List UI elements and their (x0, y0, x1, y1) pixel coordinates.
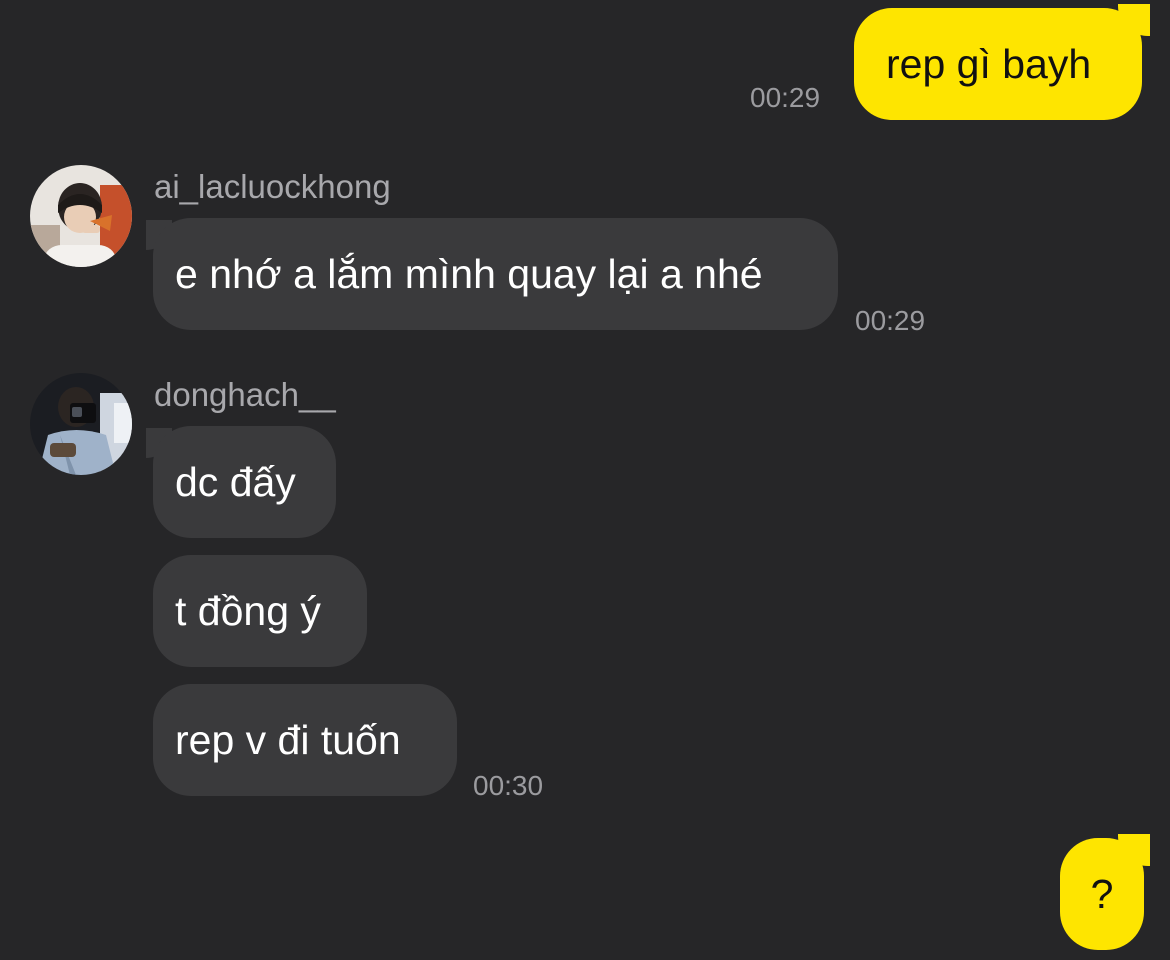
user-avatar[interactable] (30, 373, 132, 475)
message-text: ? (1090, 870, 1114, 917)
message-text: e nhớ a lắm mình quay lại a nhé (175, 250, 763, 297)
message-timestamp: 00:29 (750, 82, 821, 113)
avatar-photo-icon (30, 165, 132, 267)
outgoing-message-bubble[interactable]: rep gì bayh (854, 8, 1142, 120)
incoming-message-bubble[interactable]: dc đấy (153, 426, 336, 538)
message-text: rep gì bayh (886, 40, 1092, 87)
sender-name: donghach__ (154, 376, 336, 413)
sender-name: ai_lacluockhong (154, 168, 391, 205)
chat-conversation: rep gì bayh 00:29 ai_lacluockhong e nhớ … (0, 0, 1170, 960)
incoming-message-bubble[interactable]: rep v đi tuốn (153, 684, 457, 796)
incoming-message-bubble[interactable]: e nhớ a lắm mình quay lại a nhé (153, 218, 838, 330)
message-timestamp: 00:29 (855, 305, 926, 336)
message-text: rep v đi tuốn (175, 716, 401, 763)
incoming-message-bubble[interactable]: t đồng ý (153, 555, 367, 667)
user-avatar[interactable] (30, 165, 132, 267)
message-timestamp: 00:30 (473, 770, 544, 801)
avatar-photo-icon (30, 373, 132, 475)
message-text: t đồng ý (175, 587, 321, 634)
message-text: dc đấy (175, 458, 296, 505)
outgoing-message-bubble[interactable]: ? (1060, 838, 1144, 950)
